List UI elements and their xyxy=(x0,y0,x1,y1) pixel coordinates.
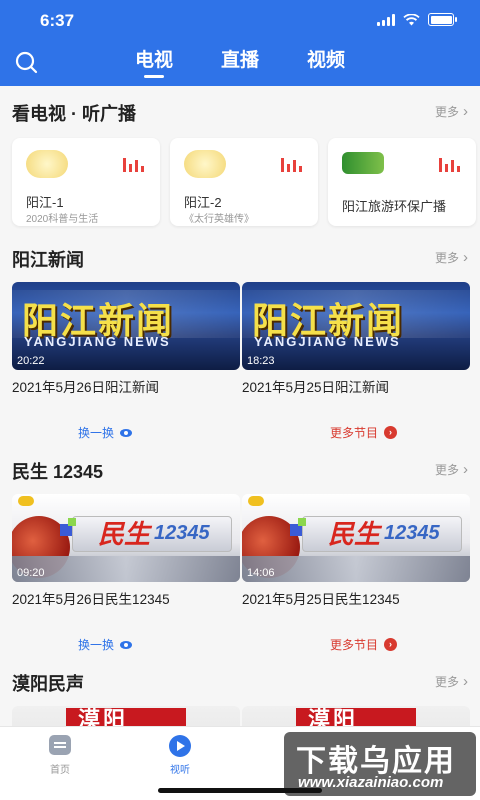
app-header: 6:37 电视 直播 视频 xyxy=(0,0,480,86)
video-thumbnail[interactable]: 漠阳 xyxy=(12,706,240,726)
chevron-right-icon: › xyxy=(463,460,468,478)
radio-card[interactable]: 阳江-2 《太行英雄传》 xyxy=(170,138,318,226)
thumb-subtitle: YANGJIANG NEWS xyxy=(254,334,401,349)
nav-label: 视听 xyxy=(170,765,190,776)
chevron-right-icon: › xyxy=(463,672,468,690)
swap-label: 换一换 xyxy=(78,638,115,652)
status-bar: 6:37 xyxy=(0,0,480,42)
home-indicator xyxy=(158,788,322,793)
more-programs-label: 更多节目 xyxy=(330,638,379,652)
equalizer-icon xyxy=(281,158,302,172)
yangjiang-1-logo xyxy=(26,150,68,178)
thumb-strip xyxy=(12,556,240,582)
eye-icon xyxy=(120,640,133,649)
video-thumbnail[interactable]: 阳江新闻 YANGJIANG NEWS 20:22 xyxy=(12,282,240,370)
thumb-title: 民生 xyxy=(98,520,151,550)
nav-item-home[interactable]: 首页 xyxy=(30,735,90,776)
wifi-icon xyxy=(403,13,420,25)
minsheng-actions: 换一换 更多节目 › xyxy=(0,632,480,656)
swap-button[interactable]: 换一换 xyxy=(78,636,133,653)
more-link[interactable]: 更多 › xyxy=(435,103,468,120)
video-duration: 09:20 xyxy=(17,567,45,579)
thumb-title: 漠阳 xyxy=(78,707,129,726)
radio-subtitle: 《太行英雄传》 xyxy=(184,214,254,225)
yangjiang-2-logo xyxy=(184,150,226,178)
tab-live[interactable]: 直播 xyxy=(210,48,270,80)
tab-video[interactable]: 视频 xyxy=(296,48,356,80)
swap-label: 换一换 xyxy=(78,426,115,440)
section-title: 漠阳民声 xyxy=(12,674,84,694)
arrow-right-icon: › xyxy=(384,426,398,439)
eye-icon xyxy=(120,428,133,437)
video-thumbnail[interactable]: 漠阳 xyxy=(242,706,470,726)
news-section-header: 阳江新闻 更多 › xyxy=(12,244,468,272)
minsheng-section-header: 民生 12345 更多 › xyxy=(12,456,468,484)
nav-item-media[interactable]: 视听 xyxy=(150,735,210,776)
radio-name: 阳江-1 xyxy=(26,195,64,210)
more-label: 更多 xyxy=(434,251,459,265)
more-link[interactable]: 更多 › xyxy=(435,249,468,266)
equalizer-icon xyxy=(439,158,460,172)
arrow-right-icon: › xyxy=(384,638,398,651)
more-programs-label: 更多节目 xyxy=(330,426,379,440)
radio-name: 阳江旅游环保广播 xyxy=(342,199,447,214)
cube-graphic xyxy=(298,518,306,526)
section-title: 民生 12345 xyxy=(12,462,104,482)
video-thumbnail[interactable]: 阳江新闻 YANGJIANG NEWS 18:23 xyxy=(242,282,470,370)
video-title: 2021年5月25日民生12345 xyxy=(242,592,400,607)
channel-logo xyxy=(248,496,264,506)
thumb-title: 民生 xyxy=(328,520,381,550)
thumb-strip xyxy=(242,556,470,582)
thumb-number: 12345 xyxy=(384,522,440,544)
video-title: 2021年5月26日阳江新闻 xyxy=(12,380,160,395)
more-label: 更多 xyxy=(434,675,459,689)
radio-section-header: 看电视 · 听广播 更多 › xyxy=(12,98,468,126)
chevron-right-icon: › xyxy=(463,248,468,266)
top-tabs: 电视 直播 视频 xyxy=(0,48,480,80)
channel-logo xyxy=(18,496,34,506)
video-duration: 18:23 xyxy=(247,355,275,367)
thumb-number: 12345 xyxy=(154,522,210,544)
more-programs-button[interactable]: 更多节目 › xyxy=(330,636,398,653)
play-icon xyxy=(169,735,191,757)
video-duration: 20:22 xyxy=(17,355,45,367)
video-title: 2021年5月25日阳江新闻 xyxy=(242,380,390,395)
thumb-title: 漠阳 xyxy=(308,707,359,726)
video-thumbnail[interactable]: 民生 12345 09:20 xyxy=(12,494,240,582)
tab-tv[interactable]: 电视 xyxy=(124,48,184,80)
swap-button[interactable]: 换一换 xyxy=(78,424,133,441)
status-time: 6:37 xyxy=(40,11,75,30)
chevron-right-icon: › xyxy=(463,102,468,120)
news-actions: 换一换 更多节目 › xyxy=(0,420,480,444)
more-link[interactable]: 更多 › xyxy=(435,461,468,478)
cube-graphic xyxy=(68,518,76,526)
more-link[interactable]: 更多 › xyxy=(435,673,468,690)
more-label: 更多 xyxy=(434,463,459,477)
radio-card[interactable]: 阳江-1 2020科普与生活 xyxy=(12,138,160,226)
radio-subtitle: 2020科普与生活 xyxy=(26,214,99,225)
more-label: 更多 xyxy=(434,105,459,119)
fm-895-logo xyxy=(342,152,384,174)
main-content[interactable]: 看电视 · 听广播 更多 › 阳江-1 2020科普与生活 阳江-2 《太行英雄传… xyxy=(0,86,480,726)
moyang-section-header: 漠阳民声 更多 › xyxy=(12,668,468,696)
signal-icon xyxy=(377,13,395,26)
more-programs-button[interactable]: 更多节目 › xyxy=(330,424,398,441)
radio-name: 阳江-2 xyxy=(184,195,222,210)
equalizer-icon xyxy=(123,158,144,172)
nav-label: 首页 xyxy=(50,765,70,776)
home-icon xyxy=(49,735,71,755)
watermark: 下载乌应用 www.xiazainiao.com xyxy=(284,732,476,796)
section-title: 阳江新闻 xyxy=(12,250,84,270)
battery-icon xyxy=(428,13,457,26)
video-duration: 14:06 xyxy=(247,567,275,579)
radio-card[interactable]: 阳江旅游环保广播 xyxy=(328,138,476,226)
status-icons xyxy=(377,13,457,26)
section-title: 看电视 · 听广播 xyxy=(12,104,136,124)
thumb-subtitle: YANGJIANG NEWS xyxy=(24,334,171,349)
video-title: 2021年5月26日民生12345 xyxy=(12,592,170,607)
video-thumbnail[interactable]: 民生 12345 14:06 xyxy=(242,494,470,582)
